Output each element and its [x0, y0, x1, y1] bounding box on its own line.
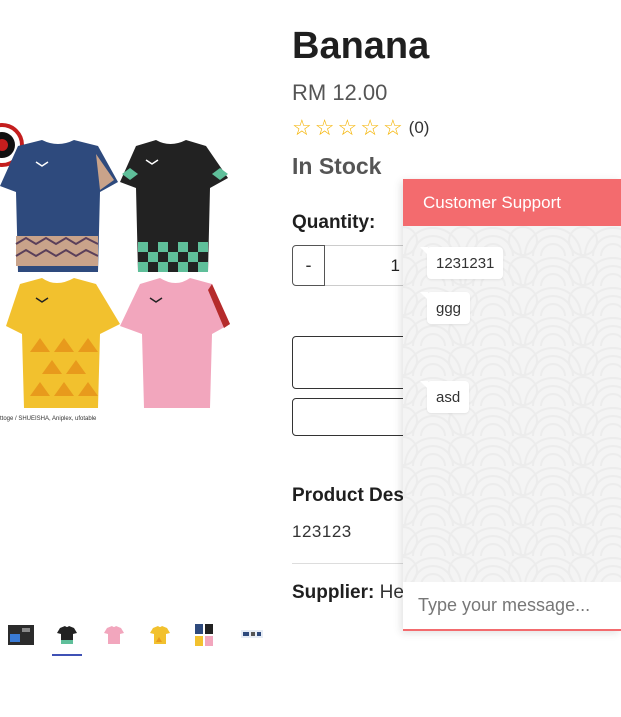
chat-message-input[interactable]: [403, 582, 621, 628]
thumbnail-item[interactable]: [52, 620, 82, 656]
description-heading: Product Des: [292, 485, 404, 506]
chat-header[interactable]: Customer Support: [403, 179, 621, 226]
thumbnail-item[interactable]: [145, 620, 175, 654]
blue-tee-image: [0, 140, 118, 272]
star-outline-icon[interactable]: ☆: [383, 117, 403, 139]
product-title: Banana: [292, 25, 430, 67]
quantity-label: Quantity:: [292, 212, 376, 233]
thumbnail-strip: [0, 620, 270, 656]
star-outline-icon[interactable]: ☆: [292, 117, 312, 139]
pink-tee-image: [120, 278, 230, 408]
chat-input-area: [403, 582, 621, 631]
thumbnail-item[interactable]: [6, 620, 36, 654]
chat-messages[interactable]: 1231231 ggg asd: [403, 226, 621, 582]
supplier-label: Supplier:: [292, 582, 375, 603]
star-outline-icon[interactable]: ☆: [337, 117, 357, 139]
star-outline-icon[interactable]: ☆: [315, 117, 335, 139]
thumbnail-item[interactable]: [237, 620, 267, 654]
quantity-stepper: -: [292, 245, 415, 286]
product-main-image: [0, 112, 262, 430]
quantity-input[interactable]: [325, 245, 415, 286]
stock-status: In Stock: [292, 153, 382, 179]
description-text: 123123: [292, 522, 352, 541]
product-rating: ☆ ☆ ☆ ☆ ☆ (0): [292, 117, 429, 139]
yellow-tee-image: [6, 278, 120, 408]
product-price: RM 12.00: [292, 80, 388, 105]
divider: [292, 563, 412, 564]
chat-message-bubble: asd: [419, 381, 470, 413]
thumbnail-item[interactable]: [191, 620, 221, 654]
chat-message-bubble: 1231231: [419, 247, 504, 279]
supplier-value: He: [379, 582, 404, 603]
rating-count: (0): [408, 118, 430, 137]
image-copyright-text: ttoge / SHUEISHA, Aniplex, ufotable: [0, 416, 97, 422]
quantity-decrease-button[interactable]: -: [292, 245, 325, 286]
black-tee-image: [120, 140, 228, 272]
star-outline-icon[interactable]: ☆: [360, 117, 380, 139]
thumbnail-item[interactable]: [99, 620, 129, 654]
customer-support-chat: Customer Support 1231231 ggg asd: [403, 179, 621, 631]
supplier-info: Supplier: He: [292, 582, 404, 604]
chat-message-bubble: ggg: [419, 292, 471, 324]
